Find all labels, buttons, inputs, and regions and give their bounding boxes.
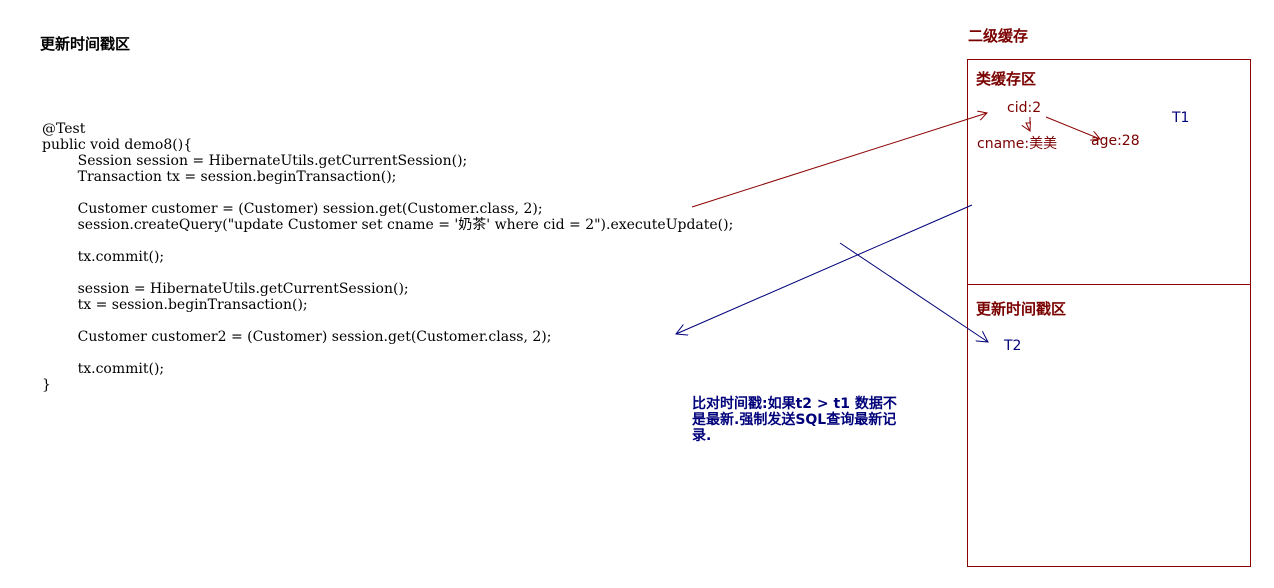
load-to-cache-arrow [691, 113, 987, 208]
diagram-canvas: 更新时间戳区 @Test public void demo8(){ Session… [0, 0, 1274, 588]
cid-to-age-arrow [1045, 116, 1100, 139]
cid-to-cname-arrow [1026, 117, 1030, 131]
arrows-layer [0, 0, 1274, 588]
cache-to-customer2-arrow [676, 204, 973, 334]
update-to-timestamp-arrow [839, 242, 988, 342]
